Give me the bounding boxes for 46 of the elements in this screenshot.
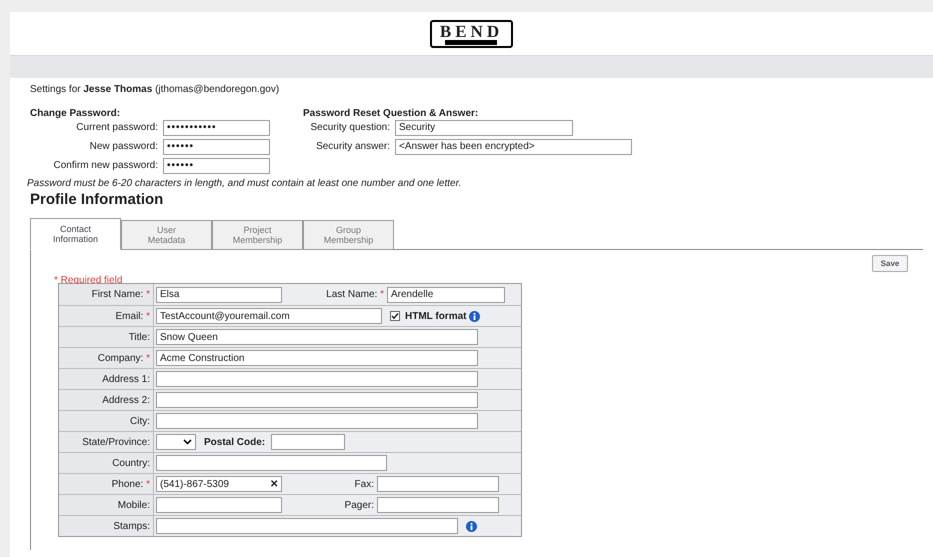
- password-field[interactable]: ••••••: [163, 138, 270, 154]
- input-field[interactable]: TestAccount@youremail.com: [156, 308, 382, 324]
- field-label: Postal Code:: [204, 436, 266, 450]
- field-label: Email: *: [116, 310, 151, 324]
- field-label: Company: *: [98, 352, 151, 366]
- field-label: Confirm new password:: [52, 159, 159, 173]
- field-label: Pager:: [344, 498, 375, 512]
- input-field[interactable]: Elsa: [156, 286, 282, 302]
- field-label: City:: [130, 414, 151, 428]
- clear-icon[interactable]: ✕: [270, 476, 278, 492]
- settings-text: Settings for Jesse Thomas (jthomas@bendoregon.gov): [30, 83, 280, 96]
- field-label: State/Province:: [82, 436, 151, 450]
- field-label: Security answer:: [315, 140, 391, 154]
- field-label: Last Name: *: [325, 288, 385, 302]
- field-label: Address 1:: [102, 372, 151, 386]
- field-label: Security question:: [310, 121, 391, 135]
- field-label: First Name: *: [92, 288, 151, 302]
- field-label: Stamps:: [113, 520, 151, 534]
- input-field[interactable]: Security: [395, 120, 573, 136]
- checkbox-label: HTML format: [405, 310, 466, 324]
- input-field[interactable]: (541)-867-5309 ✕: [156, 476, 282, 492]
- input-field[interactable]: <Answer has been encrypted>: [395, 138, 632, 154]
- input-field[interactable]: Snow Queen: [156, 329, 478, 345]
- field-label: Current password:: [75, 121, 159, 135]
- password-field[interactable]: ••••••: [163, 158, 270, 174]
- field-label: Fax:: [354, 478, 375, 492]
- input-field[interactable]: Acme Construction: [156, 350, 478, 366]
- field-label: Title:: [128, 330, 151, 344]
- section-heading: Password Reset Question & Answer:: [303, 107, 480, 118]
- hint-text: Password must be 6-20 characters in length, and must contain at least one number and one letter.: [27, 177, 462, 191]
- tab[interactable]: Project Membership: [212, 220, 303, 250]
- field-label: Address 2:: [102, 394, 151, 408]
- section-heading: Change Password:: [30, 107, 122, 118]
- tab[interactable]: Contact Information: [30, 218, 121, 250]
- required-note: * Required field: [54, 274, 124, 285]
- field-label: Phone: *: [112, 478, 151, 492]
- field-label: New password:: [88, 140, 159, 154]
- section-title: Profile Information: [30, 191, 164, 208]
- save-button[interactable]: Save: [872, 255, 908, 272]
- tab[interactable]: User Metadata: [121, 220, 212, 250]
- field-label: Mobile:: [118, 498, 151, 512]
- password-field[interactable]: •••••••••••: [163, 120, 270, 136]
- logo: BEND: [430, 20, 514, 48]
- tab[interactable]: Group Membership: [303, 220, 394, 250]
- input-field[interactable]: Arendelle: [387, 286, 505, 302]
- field-label: Country:: [112, 456, 151, 470]
